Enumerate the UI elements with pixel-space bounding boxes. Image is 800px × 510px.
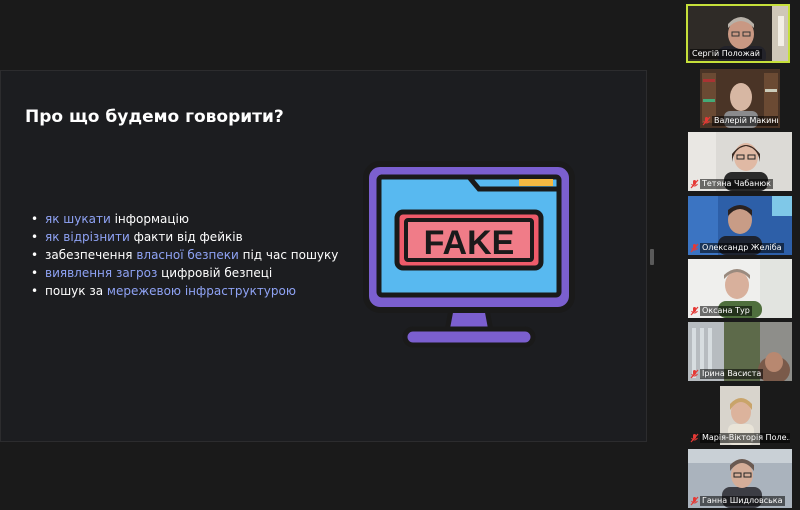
fake-label: FAKE [424,224,515,262]
bullet-item: • виявлення загроз цифровій безпеці [31,266,273,280]
participant-tile[interactable]: Оксана Тур [688,259,792,318]
participant-name: Оксана Тур [700,305,752,316]
participant-tile-active[interactable]: Сергій Положай [686,4,790,63]
shared-screen: Про що будемо говорити? • як шукати інфор… [0,70,647,442]
participant-tile[interactable]: Валерій Макинько [700,69,780,128]
muted-mic-icon [690,496,699,505]
participant-name: Сергій Положай [690,48,762,59]
bullet-item: • забезпечення власної безпеки під час по… [31,248,339,262]
participant-name: Ірина Васиста [700,368,764,379]
fake-monitor-illustration: FAKE [363,161,575,348]
participant-name: Тетяна Чабанюк [700,178,773,189]
muted-mic-icon [690,306,699,315]
participant-name: Марія-Вікторія Поле... [700,432,790,443]
participant-name: Ганна Шидловська [700,495,785,506]
bullet-item: • пошук за мережевою інфраструктурою [31,284,296,298]
muted-mic-icon [690,369,699,378]
participant-tile[interactable]: Олександр Желіба [688,196,792,255]
bullet-list: • як шукати інформацію • як відрізнити фак… [31,210,338,300]
muted-mic-icon [690,243,699,252]
muted-mic-icon [690,433,699,442]
participant-tile[interactable]: Ірина Васиста [688,322,792,381]
participant-tile[interactable]: Ганна Шидловська [688,449,792,508]
panel-splitter-handle[interactable] [650,249,654,265]
muted-mic-icon [690,179,699,188]
muted-mic-icon [702,116,711,125]
participant-tile[interactable]: Тетяна Чабанюк [688,132,792,191]
bullet-item: • як шукати інформацію [31,212,189,226]
participant-tile[interactable]: Марія-Вікторія Поле... [688,386,792,445]
participant-name: Олександр Желіба [700,242,784,253]
bullet-item: • як відрізнити факти від фейків [31,230,243,244]
participant-name: Валерій Макинько [712,115,778,126]
slide-title: Про що будемо говорити? [25,107,284,127]
